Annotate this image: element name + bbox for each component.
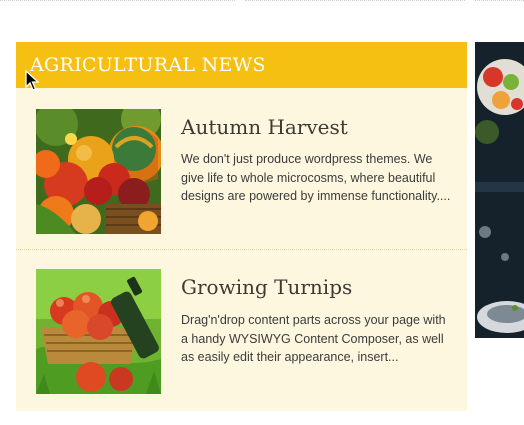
- news-item-title[interactable]: Autumn Harvest: [181, 115, 348, 139]
- news-item-title[interactable]: Growing Turnips: [181, 275, 352, 299]
- adjacent-panel-image[interactable]: [475, 42, 524, 338]
- widget-title: AGRICULTURAL NEWS: [30, 54, 266, 76]
- top-divider-middle: [245, 0, 465, 2]
- top-divider-right: [475, 0, 524, 2]
- widget-header: AGRICULTURAL NEWS: [16, 42, 467, 88]
- news-item-excerpt: We don't just produce wordpress themes. …: [181, 152, 451, 203]
- growing-turnips-thumbnail[interactable]: [36, 269, 161, 394]
- top-divider-left: [0, 0, 235, 2]
- mouse-cursor-icon: [25, 70, 39, 91]
- news-divider: [16, 249, 467, 250]
- news-item-excerpt: Drag'n'drop content parts across your pa…: [181, 313, 446, 364]
- autumn-harvest-thumbnail[interactable]: [36, 109, 161, 234]
- agricultural-news-widget: AGRICULTURAL NEWS Autumn Harvest We don'…: [16, 42, 467, 411]
